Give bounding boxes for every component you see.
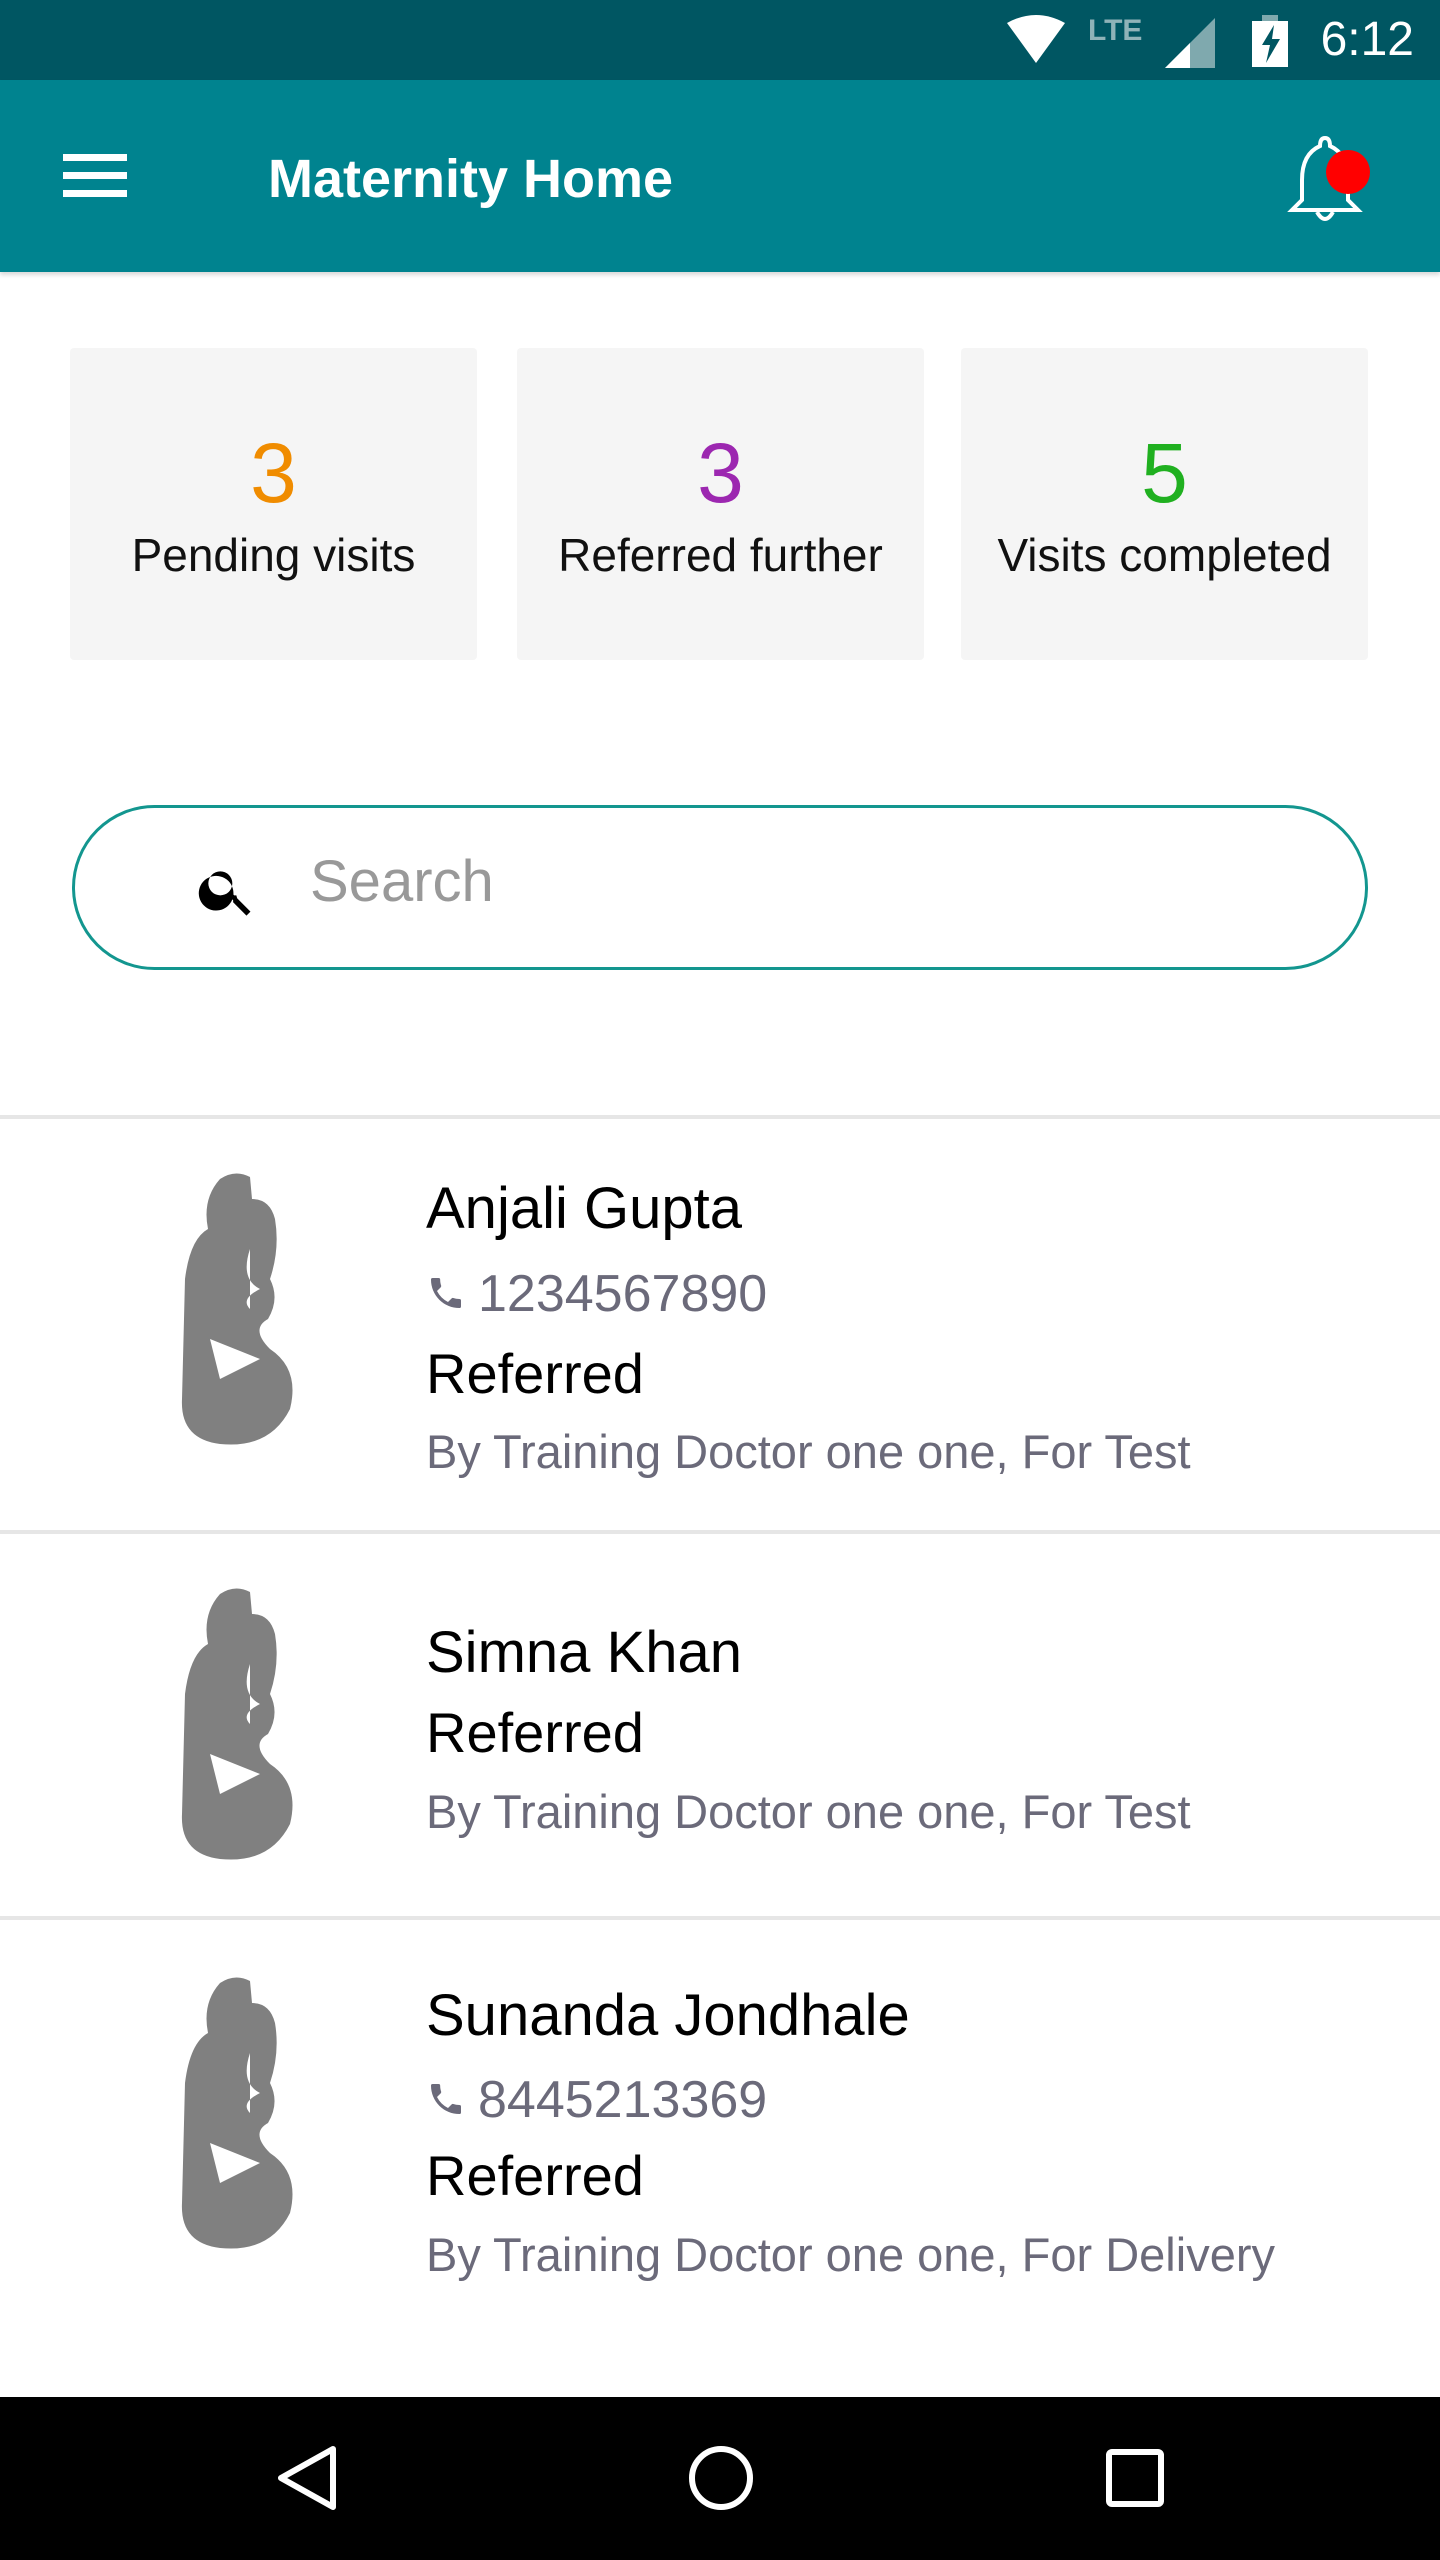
stat-value: 3	[250, 426, 297, 520]
phone-icon	[431, 1278, 461, 1308]
page-title: Maternity Home	[268, 149, 674, 209]
patient-avatar	[181, 1173, 293, 1445]
patient-phone: 8445213369	[426, 2070, 767, 2130]
patient-name: Simna Khan	[426, 1620, 742, 1685]
back-icon[interactable]	[275, 2445, 339, 2511]
stat-value: 5	[1141, 426, 1188, 520]
patient-referral-detail: By Training Doctor one one, For Test	[426, 1425, 1191, 1478]
search-bar[interactable]	[72, 805, 1368, 970]
divider	[0, 1916, 1440, 1920]
wifi-icon	[1007, 15, 1065, 63]
system-nav-bar	[0, 2397, 1440, 2560]
patient-status: Referred	[426, 1701, 644, 1764]
notification-bell-icon[interactable]	[1280, 130, 1370, 230]
phone-icon	[431, 2084, 461, 2114]
patient-name: Anjali Gupta	[426, 1176, 742, 1241]
patient-status: Referred	[426, 2144, 644, 2207]
app-bar: Maternity Home	[0, 80, 1440, 272]
menu-icon[interactable]	[63, 154, 127, 198]
search-input[interactable]	[310, 848, 1210, 915]
stat-value: 3	[697, 426, 744, 520]
patient-status: Referred	[426, 1342, 644, 1405]
stat-label: Pending visits	[131, 529, 416, 581]
stat-card-pending-visits[interactable]: 3 Pending visits	[70, 348, 477, 660]
divider	[0, 1115, 1440, 1119]
clock: 6:12	[1320, 13, 1414, 66]
notification-dot	[1326, 150, 1370, 194]
network-type: LTE	[1088, 14, 1143, 47]
stat-label: Visits completed	[997, 529, 1332, 581]
status-bar: LTE 6:12	[0, 0, 1440, 80]
phone-number: 1234567890	[478, 1265, 768, 1323]
patient-avatar	[181, 1588, 293, 1860]
divider	[0, 1530, 1440, 1534]
phone-number: 8445213369	[478, 2071, 768, 2129]
patient-avatar	[181, 1977, 293, 2249]
stat-card-referred-further[interactable]: 3 Referred further	[517, 348, 924, 660]
patient-name: Sunanda Jondhale	[426, 1983, 910, 2048]
stat-card-visits-completed[interactable]: 5 Visits completed	[961, 348, 1368, 660]
stat-label: Referred further	[558, 529, 883, 581]
battery-charging-icon	[1252, 15, 1288, 67]
patient-phone: 1234567890	[426, 1264, 767, 1324]
signal-icon	[1165, 18, 1215, 68]
home-icon[interactable]	[688, 2445, 754, 2511]
search-icon	[198, 871, 251, 916]
patient-referral-detail: By Training Doctor one one, For Test	[426, 1785, 1191, 1838]
recents-icon[interactable]	[1106, 2449, 1164, 2507]
patient-referral-detail: By Training Doctor one one, For Delivery	[426, 2228, 1275, 2281]
